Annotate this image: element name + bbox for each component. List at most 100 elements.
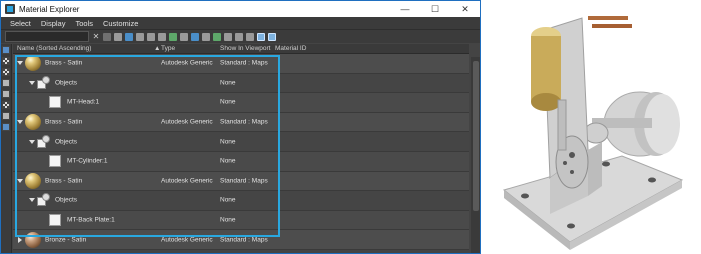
row-viewport[interactable]: None xyxy=(220,197,236,204)
row-name: Brass - Satin xyxy=(45,59,83,67)
sort-ascending-icon: ▲ xyxy=(154,45,161,52)
column-material-id[interactable]: Material ID xyxy=(275,45,306,52)
object-box-icon xyxy=(49,155,61,168)
tree-row-object[interactable]: MT-Back Plate:1 None xyxy=(13,210,469,231)
row-viewport[interactable]: Standard : Maps xyxy=(220,119,268,126)
model-render-image xyxy=(492,0,701,254)
close-button[interactable]: ✕ xyxy=(450,1,480,17)
material-sphere-icon xyxy=(25,231,41,248)
tree-row-object[interactable]: MT-Cylinder:1 None xyxy=(13,151,469,172)
row-viewport[interactable]: None xyxy=(220,158,236,165)
row-name: Brass - Satin xyxy=(45,177,83,185)
app-icon xyxy=(5,4,15,14)
display-scene-icon[interactable] xyxy=(2,123,10,131)
material-sphere-icon xyxy=(25,114,41,131)
tree-row-objects[interactable]: Objects None xyxy=(13,73,469,94)
tree-row-material[interactable]: Brass - Satin Autodesk Generic Standard … xyxy=(13,171,469,192)
material-tree: Name (Sorted Ascending) ▲ Type Show In V… xyxy=(13,44,469,253)
list-icon[interactable] xyxy=(202,32,210,41)
tree-row-material[interactable]: Bronze - Satin Autodesk Generic Standard… xyxy=(13,230,469,250)
row-name: Objects xyxy=(55,79,78,87)
column-name[interactable]: Name (Sorted Ascending) xyxy=(17,45,91,52)
menu-select[interactable]: Select xyxy=(5,19,36,28)
view-mode-a-icon[interactable] xyxy=(257,32,265,41)
menu-tools[interactable]: Tools xyxy=(70,19,98,28)
expand-arrow-icon[interactable] xyxy=(29,198,35,203)
row-name: MT-Head:1 xyxy=(67,98,100,106)
materials-icon[interactable] xyxy=(213,32,221,41)
row-viewport[interactable]: None xyxy=(220,138,236,145)
lock-icon[interactable] xyxy=(158,32,166,41)
vertical-scrollbar[interactable] xyxy=(471,57,480,253)
row-type: Autodesk Generic xyxy=(161,177,213,185)
scrollbar-thumb[interactable] xyxy=(473,61,479,211)
engine-model-image xyxy=(502,16,684,250)
display-maps-icon[interactable] xyxy=(2,57,10,65)
hierarchy-icon[interactable] xyxy=(114,32,122,41)
menu-customize[interactable]: Customize xyxy=(98,19,143,28)
column-type[interactable]: Type xyxy=(161,45,175,52)
clear-search-icon[interactable]: ✕ xyxy=(92,32,100,41)
tree-row-object[interactable]: MT-Head:1 None xyxy=(13,93,469,113)
select-all-icon[interactable] xyxy=(125,32,133,41)
row-type: Autodesk Generic xyxy=(161,236,213,244)
tree-row-objects[interactable]: Objects None xyxy=(13,191,469,211)
display-objects-icon[interactable] xyxy=(2,79,10,87)
display-properties-icon[interactable] xyxy=(2,90,10,98)
tree-row-objects[interactable]: Objects None xyxy=(13,132,469,152)
display-used-icon[interactable] xyxy=(2,112,10,120)
material-sphere-icon xyxy=(25,55,41,72)
maximize-button[interactable]: ☐ xyxy=(420,1,450,17)
filter-sidebar xyxy=(1,44,12,253)
row-type: Autodesk Generic xyxy=(161,59,213,67)
objects-icon[interactable] xyxy=(235,32,243,41)
menu-display[interactable]: Display xyxy=(36,19,71,28)
display-materials-icon[interactable] xyxy=(2,46,10,54)
display-textures-icon[interactable] xyxy=(2,68,10,76)
row-viewport[interactable]: Standard : Maps xyxy=(220,236,268,243)
invert-selection-icon[interactable] xyxy=(147,32,155,41)
object-box-icon xyxy=(49,96,61,109)
maps-icon[interactable] xyxy=(224,32,232,41)
link-icon[interactable] xyxy=(180,32,188,41)
row-viewport[interactable]: Standard : Maps xyxy=(220,177,268,184)
select-none-icon[interactable] xyxy=(136,32,144,41)
material-sphere-icon xyxy=(25,172,41,189)
sync-icon[interactable] xyxy=(169,32,177,41)
objects-group-icon xyxy=(37,193,51,207)
column-header: Name (Sorted Ascending) ▲ Type Show In V… xyxy=(13,44,469,54)
search-input[interactable] xyxy=(5,31,89,42)
expand-arrow-icon[interactable] xyxy=(29,139,35,144)
row-name: MT-Cylinder:1 xyxy=(67,157,108,165)
expand-arrow-icon[interactable] xyxy=(18,236,22,243)
row-name: Bronze - Satin xyxy=(45,236,87,244)
filter-icon[interactable] xyxy=(103,32,111,41)
row-type: Autodesk Generic xyxy=(161,118,213,126)
expand-arrow-icon[interactable] xyxy=(17,120,23,125)
material-explorer-window: Material Explorer — ☐ ✕ Select Display T… xyxy=(0,0,481,254)
objects-group-icon xyxy=(37,134,51,149)
row-name: MT-Back Plate:1 xyxy=(67,216,115,224)
view-mode-b-icon[interactable] xyxy=(268,32,276,41)
row-viewport[interactable]: None xyxy=(220,99,236,106)
title-bar[interactable]: Material Explorer — ☐ ✕ xyxy=(1,1,480,17)
row-viewport[interactable]: Standard : Maps xyxy=(220,60,268,67)
objects-group-icon xyxy=(37,75,51,90)
window-title: Material Explorer xyxy=(19,4,80,14)
display-icon[interactable] xyxy=(246,32,254,41)
expand-arrow-icon[interactable] xyxy=(17,178,23,183)
row-viewport[interactable]: None xyxy=(220,79,236,86)
tree-row-material[interactable]: Brass - Satin Autodesk Generic Standard … xyxy=(13,112,469,133)
row-name: Objects xyxy=(55,196,78,204)
row-name: Brass - Satin xyxy=(45,118,83,126)
row-viewport[interactable]: None xyxy=(220,217,236,224)
display-missing-maps-icon[interactable] xyxy=(2,101,10,109)
row-name: Objects xyxy=(55,138,78,146)
minimize-button[interactable]: — xyxy=(390,1,420,17)
expand-arrow-icon[interactable] xyxy=(29,80,35,85)
column-show-in-viewport[interactable]: Show In Viewport xyxy=(220,45,270,52)
expand-arrow-icon[interactable] xyxy=(17,61,23,66)
menu-bar: Select Display Tools Customize xyxy=(1,17,480,29)
layers-icon[interactable] xyxy=(191,32,199,41)
tree-row-material[interactable]: Brass - Satin Autodesk Generic Standard … xyxy=(13,54,469,74)
